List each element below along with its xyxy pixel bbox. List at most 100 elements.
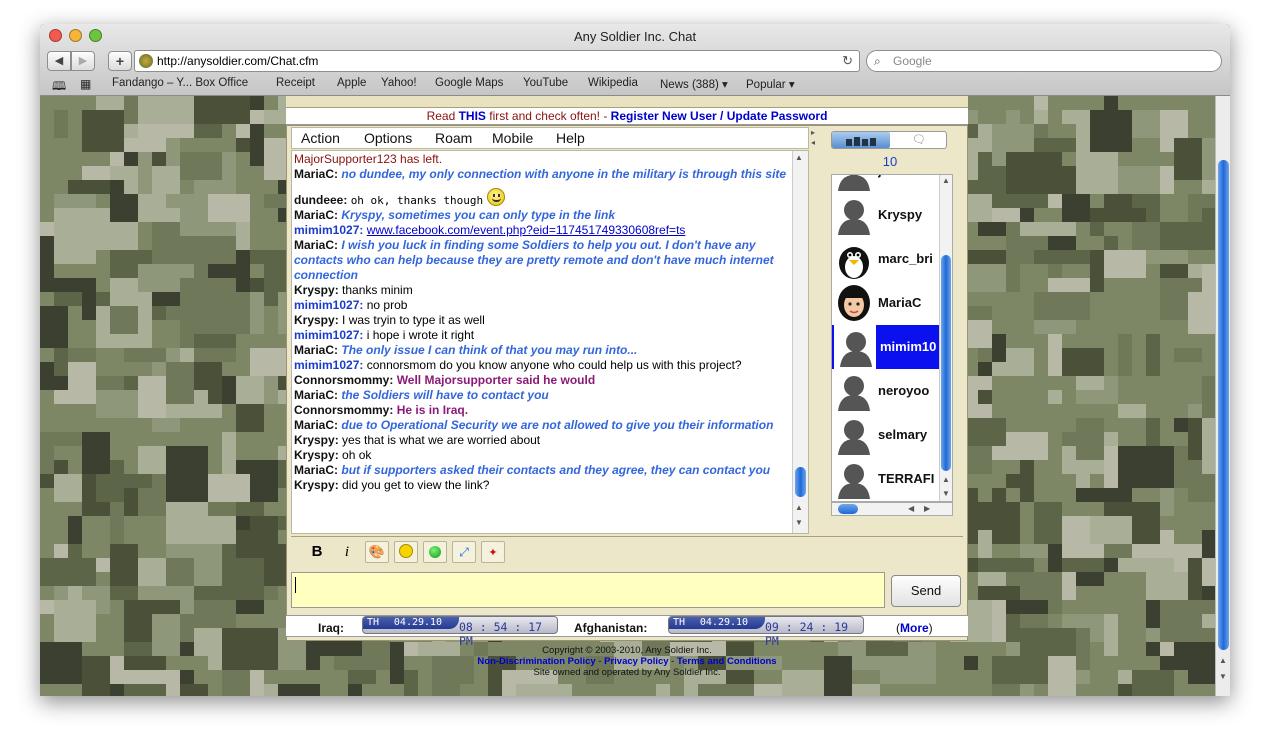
search-input[interactable]: ⌕ Google — [866, 50, 1222, 72]
bookmark-fandango[interactable]: Fandango – Y... Box Office — [112, 77, 248, 89]
message-author[interactable]: mimim1027: — [294, 223, 363, 237]
chat-log[interactable]: MajorSupporter123 has left. MariaC: no du… — [291, 150, 809, 534]
scroll-down-icon[interactable]: ▼ — [1219, 672, 1227, 681]
emoticon-button[interactable] — [394, 541, 418, 563]
bookmark-news[interactable]: News (388) ▾ — [660, 77, 728, 91]
message-author[interactable]: Kryspy: — [294, 283, 339, 297]
message-author[interactable]: MariaC: — [294, 418, 338, 432]
message-author[interactable]: mimim1027: — [294, 328, 363, 342]
message-author[interactable]: MariaC: — [294, 388, 338, 402]
reading-list-icon[interactable]: 🕮 — [52, 77, 66, 98]
bookmark-youtube[interactable]: YouTube — [523, 77, 568, 89]
user-list-item[interactable]: mimim10 — [832, 325, 940, 369]
bookmark-popular[interactable]: Popular ▾ — [746, 77, 795, 91]
menu-mobile[interactable]: Mobile — [492, 130, 533, 146]
message-author[interactable]: mimim1027: — [294, 298, 363, 312]
user-list[interactable]: jtodafek Kryspy marc_bri MariaC mimim10 neroy… — [831, 174, 953, 502]
message-author[interactable]: Kryspy: — [294, 433, 339, 447]
scroll-up-icon[interactable]: ▲ — [1219, 656, 1227, 665]
message-author[interactable]: Kryspy: — [294, 313, 339, 327]
chat-message: dundeee: oh ok, thanks though — [294, 188, 790, 208]
user-scroll-down-icon[interactable]: ▼ — [942, 489, 950, 498]
menu-roam[interactable]: Roam — [435, 130, 472, 146]
user-list-item[interactable]: selmary — [832, 413, 938, 457]
message-link[interactable]: www.facebook.com/event.php?eid=117451749… — [367, 223, 686, 237]
bookmark-apple[interactable]: Apple — [337, 77, 366, 89]
bold-button[interactable]: B — [307, 541, 327, 563]
pane-splitter[interactable]: ▸ ◂ — [811, 126, 821, 536]
user-list-item[interactable]: marc_bri — [832, 237, 938, 281]
user-list-scrollbar-thumb[interactable] — [941, 255, 951, 471]
iraq-day: TH — [367, 617, 380, 628]
message-input[interactable] — [291, 572, 885, 608]
user-list-hscroll-thumb[interactable] — [838, 504, 858, 514]
user-name: MariaC — [878, 295, 922, 310]
message-author[interactable]: Connorsmommy: — [294, 403, 393, 417]
send-button[interactable]: Send — [891, 575, 961, 607]
color-palette-button[interactable]: 🎨 — [365, 541, 389, 563]
chat-scroll-down-icon[interactable]: ▼ — [795, 518, 803, 527]
bookmark-yahoo[interactable]: Yahoo! — [381, 77, 417, 89]
menu-options[interactable]: Options — [364, 130, 412, 146]
back-button[interactable]: ◀ — [47, 51, 71, 71]
add-bookmark-button[interactable]: + — [108, 51, 132, 71]
message-author[interactable]: MariaC: — [294, 208, 338, 222]
reload-icon[interactable]: ↻ — [842, 51, 853, 71]
notice-this-link[interactable]: THIS — [459, 109, 486, 123]
hscroll-right-icon[interactable]: ▶ — [924, 504, 930, 513]
user-list-hscrollbar[interactable]: ◀ ▶ — [831, 502, 953, 516]
user-name: Kryspy — [878, 207, 923, 222]
address-bar[interactable]: http://anysoldier.com/Chat.cfm ↻ — [134, 50, 860, 72]
message-author[interactable]: MariaC: — [294, 343, 338, 357]
user-list-item[interactable]: jtodafek — [832, 175, 938, 193]
italic-button[interactable]: i — [337, 541, 357, 563]
message-author[interactable]: Connorsmommy: — [294, 373, 393, 387]
privacy-policy-link[interactable]: Privacy Policy — [604, 656, 668, 667]
splitter-left-icon[interactable]: ◂ — [811, 138, 815, 147]
message-author[interactable]: MariaC: — [294, 167, 338, 181]
user-list-item[interactable]: Kryspy — [832, 193, 938, 237]
message-text: Kryspy, sometimes you can only type in t… — [341, 208, 615, 222]
tab-private-chat-icon[interactable]: 🗨 — [912, 133, 926, 146]
more-clocks: (More) — [896, 621, 933, 635]
message-author[interactable]: MariaC: — [294, 238, 338, 252]
message-author[interactable]: Kryspy: — [294, 478, 339, 492]
user-scroll-up-top-icon[interactable]: ▲ — [942, 176, 950, 185]
user-list-scrollbar[interactable]: ▲ ▲ ▼ — [939, 175, 952, 501]
message-text: I wish you luck in finding some Soldiers… — [294, 238, 774, 282]
non-discrimination-link[interactable]: Non-Discrimination Policy — [477, 656, 595, 667]
status-button[interactable] — [423, 541, 447, 563]
flag-button[interactable]: ✦ — [481, 541, 505, 563]
afghanistan-label: Afghanistan: — [574, 621, 648, 635]
user-list-item[interactable]: TERRAFI — [832, 457, 938, 501]
user-scroll-up-icon[interactable]: ▲ — [942, 475, 950, 484]
menu-action[interactable]: Action — [301, 130, 340, 146]
forward-button[interactable]: ▶ — [71, 51, 95, 71]
hscroll-left-icon[interactable]: ◀ — [908, 504, 914, 513]
bookmark-wikipedia[interactable]: Wikipedia — [588, 77, 638, 89]
user-list-item[interactable]: neroyoo — [832, 369, 938, 413]
message-author[interactable]: Kryspy: — [294, 448, 339, 462]
page-scrollbar-thumb[interactable] — [1218, 160, 1229, 650]
bookmark-google-maps[interactable]: Google Maps — [435, 77, 503, 89]
chat-scrollbar[interactable]: ▲ ▲ ▼ — [792, 151, 808, 533]
terms-link[interactable]: Terms and Conditions — [677, 656, 777, 667]
top-sites-grid-icon[interactable]: ▦ — [80, 77, 91, 91]
chat-message: MajorSupporter123 has left. — [294, 152, 790, 167]
chat-scrollbar-thumb[interactable] — [795, 467, 806, 497]
bookmark-receipt[interactable]: Receipt — [276, 77, 315, 89]
expand-button[interactable]: ⤢ — [452, 541, 476, 563]
message-author[interactable]: MariaC: — [294, 463, 338, 477]
more-link[interactable]: More — [900, 621, 929, 635]
chat-scroll-up-top-icon[interactable]: ▲ — [795, 153, 803, 162]
tab-user-list[interactable] — [832, 132, 890, 148]
notice-read-text: Read — [426, 109, 459, 123]
register-link[interactable]: Register New User / Update Password — [611, 109, 828, 123]
user-list-item[interactable]: MariaC — [832, 281, 938, 325]
page-scrollbar[interactable]: ▲ ▼ — [1215, 96, 1230, 696]
chat-scroll-up-icon[interactable]: ▲ — [795, 503, 803, 512]
splitter-right-icon[interactable]: ▸ — [811, 128, 815, 137]
menu-help[interactable]: Help — [556, 130, 585, 146]
message-author[interactable]: dundeee: — [294, 193, 347, 207]
message-author[interactable]: mimim1027: — [294, 358, 363, 372]
